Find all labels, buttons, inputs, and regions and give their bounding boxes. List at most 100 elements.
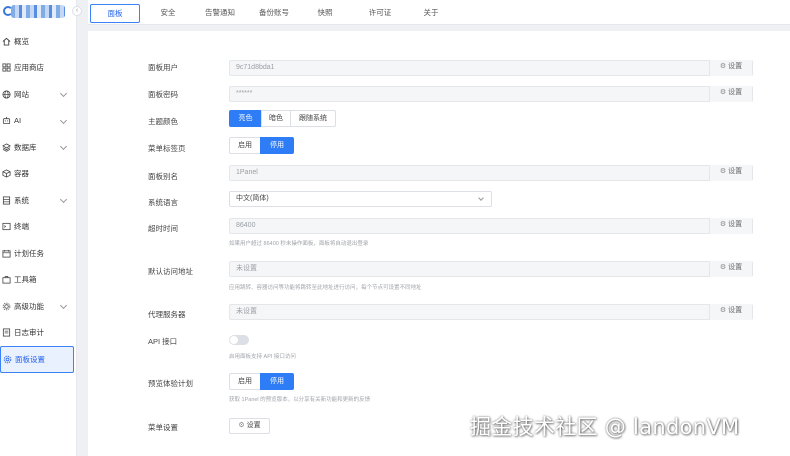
timeout-value: 86400 (236, 222, 256, 229)
sidebar-item-app-store[interactable]: 应用商店 (0, 55, 76, 82)
terminal-icon (2, 222, 11, 231)
sidebar-item-label: 工具箱 (14, 275, 37, 285)
grid-icon (2, 63, 11, 72)
chevron-down-icon (59, 142, 68, 151)
tab-backup-accounts[interactable]: 备份账号 (254, 4, 294, 23)
panel-user-value: 9c71d8bda1 (236, 64, 275, 71)
default-url-field: 未设置 ⚙ 设置 (229, 261, 753, 277)
set-button-label: 设置 (728, 63, 743, 70)
menu-tabs-selector: 启用 停用 (229, 137, 294, 154)
sidebar-item-label: 应用商店 (14, 63, 44, 73)
api-label: API 接口 (148, 337, 178, 346)
panel-password-field: ****** ⚙ 设置 (229, 86, 753, 102)
preview-enable[interactable]: 启用 (229, 373, 261, 390)
api-hint: 启用面板支持 API 接口访问 (229, 354, 296, 360)
cube-icon (2, 169, 11, 178)
sidebar-menu: 概览 应用商店 网站 AI 数据库 容器 系统 终端 计划任务 工具箱 高级功能… (0, 28, 76, 373)
home-icon (2, 37, 11, 46)
sidebar-item-containers[interactable]: 容器 (0, 161, 76, 188)
calendar-icon (2, 249, 11, 258)
log-icon (2, 328, 11, 337)
password-set-button[interactable]: ⚙ 设置 (709, 86, 752, 102)
tab-panel[interactable]: 面板 (90, 4, 140, 23)
sidebar-item-overview[interactable]: 概览 (0, 28, 76, 55)
preview-disable[interactable]: 停用 (260, 373, 294, 390)
tab-alerts[interactable]: 告警通知 (200, 4, 240, 23)
sidebar-item-label: 系统 (14, 195, 29, 205)
sidebar-item-panel-settings[interactable]: 面板设置 (0, 346, 74, 373)
set-button-label: 设置 (246, 422, 261, 429)
gear-star-icon (2, 302, 11, 311)
theme-option-light[interactable]: 亮色 (229, 110, 262, 127)
tab-about[interactable]: 关于 (418, 4, 444, 23)
sidebar-item-label: 终端 (14, 222, 29, 232)
chevron-down-icon (59, 116, 68, 124)
theme-option-system[interactable]: 跟随系统 (290, 110, 336, 127)
sidebar-item-database[interactable]: 数据库 (0, 134, 76, 161)
timeout-set-button[interactable]: ⚙ 设置 (709, 218, 752, 234)
set-button-label: 设置 (728, 221, 743, 228)
user-set-button[interactable]: ⚙ 设置 (709, 60, 752, 76)
robot-icon (2, 116, 11, 125)
sidebar-item-label: 日志审计 (14, 328, 44, 338)
sidebar-item-websites[interactable]: 网站 (0, 81, 76, 108)
preview-selector: 启用 停用 (229, 373, 294, 390)
menu-tabs-label: 菜单标签页 (148, 144, 186, 153)
app-logo[interactable] (3, 4, 67, 20)
default-url-hint: 应用跳转、容器访问等功能将跳转至此地址进行访问，每个节点可设置不同地址 (229, 285, 422, 291)
timeout-hint: 如果用户超过 86400 秒未操作面板，面板将自动退出登录 (229, 241, 369, 247)
set-button-label: 设置 (728, 264, 743, 271)
server-icon (2, 196, 11, 205)
sidebar: 概览 应用商店 网站 AI 数据库 容器 系统 终端 计划任务 工具箱 高级功能… (0, 0, 77, 456)
panel-alias-value: 1Panel (236, 169, 258, 176)
gear-icon: ⚙ (719, 221, 727, 228)
sidebar-collapse-button[interactable]: ‹ (72, 6, 82, 16)
sidebar-item-label: 概览 (14, 36, 29, 46)
sidebar-item-label: 容器 (14, 169, 29, 179)
panel-settings-form: 面板用户 9c71d8bda1 ⚙ 设置 面板密码 ****** ⚙ 设置 主题颜色… (88, 31, 790, 456)
sidebar-item-toolbox[interactable]: 工具箱 (0, 267, 76, 294)
gear-icon: ⚙ (238, 422, 245, 429)
gear-icon: ⚙ (719, 168, 727, 175)
sidebar-item-advanced[interactable]: 高级功能 (0, 293, 76, 320)
globe-icon (2, 90, 11, 99)
logo-text-blurred (11, 5, 65, 18)
default-url-set-button[interactable]: ⚙ 设置 (709, 261, 752, 277)
menu-settings-button[interactable]: ⚙ 设置 (229, 418, 270, 434)
tab-snapshot[interactable]: 快照 (310, 4, 340, 23)
language-select[interactable]: 中文(简体) (229, 191, 492, 207)
set-button-label: 设置 (728, 89, 743, 96)
panel-alias-field: 1Panel ⚙ 设置 (229, 165, 753, 181)
api-toggle[interactable] (229, 335, 249, 345)
preview-hint: 获取 1Panel 的预览版本，以分享有关新功能和更新的反馈 (229, 397, 371, 403)
sidebar-item-label: 高级功能 (14, 301, 44, 311)
sidebar-item-label: 网站 (14, 89, 29, 99)
sidebar-item-logs[interactable]: 日志审计 (0, 320, 76, 347)
panel-password-value: ****** (236, 90, 253, 97)
proxy-label: 代理服务器 (148, 310, 186, 319)
set-button-label: 设置 (728, 307, 743, 314)
menu-tabs-disable[interactable]: 停用 (260, 137, 294, 154)
timeout-field: 86400 ⚙ 设置 (229, 218, 753, 234)
set-button-label: 设置 (728, 168, 743, 175)
sidebar-item-terminal[interactable]: 终端 (0, 214, 76, 241)
alias-set-button[interactable]: ⚙ 设置 (709, 165, 752, 181)
chevron-down-icon (59, 195, 68, 204)
proxy-value: 未设置 (236, 308, 257, 315)
menu-tabs-enable[interactable]: 启用 (229, 137, 261, 154)
theme-option-dark[interactable]: 暗色 (261, 110, 291, 127)
chevron-down-icon (59, 89, 68, 98)
tab-security[interactable]: 安全 (150, 4, 186, 23)
proxy-field: 未设置 ⚙ 设置 (229, 304, 753, 320)
menu-settings-label: 菜单设置 (148, 423, 178, 432)
sidebar-item-ai[interactable]: AI (0, 108, 76, 135)
layers-icon (2, 143, 11, 152)
sidebar-item-cron[interactable]: 计划任务 (0, 240, 76, 267)
proxy-set-button[interactable]: ⚙ 设置 (709, 304, 752, 320)
gear-icon: ⚙ (719, 89, 727, 96)
settings-tabs: 面板 安全 告警通知 备份账号 快照 许可证 关于 (88, 0, 790, 25)
sidebar-item-system[interactable]: 系统 (0, 187, 76, 214)
tab-license[interactable]: 许可证 (363, 4, 397, 23)
sidebar-item-label: 面板设置 (15, 354, 45, 364)
sidebar-item-label: 计划任务 (14, 248, 44, 258)
